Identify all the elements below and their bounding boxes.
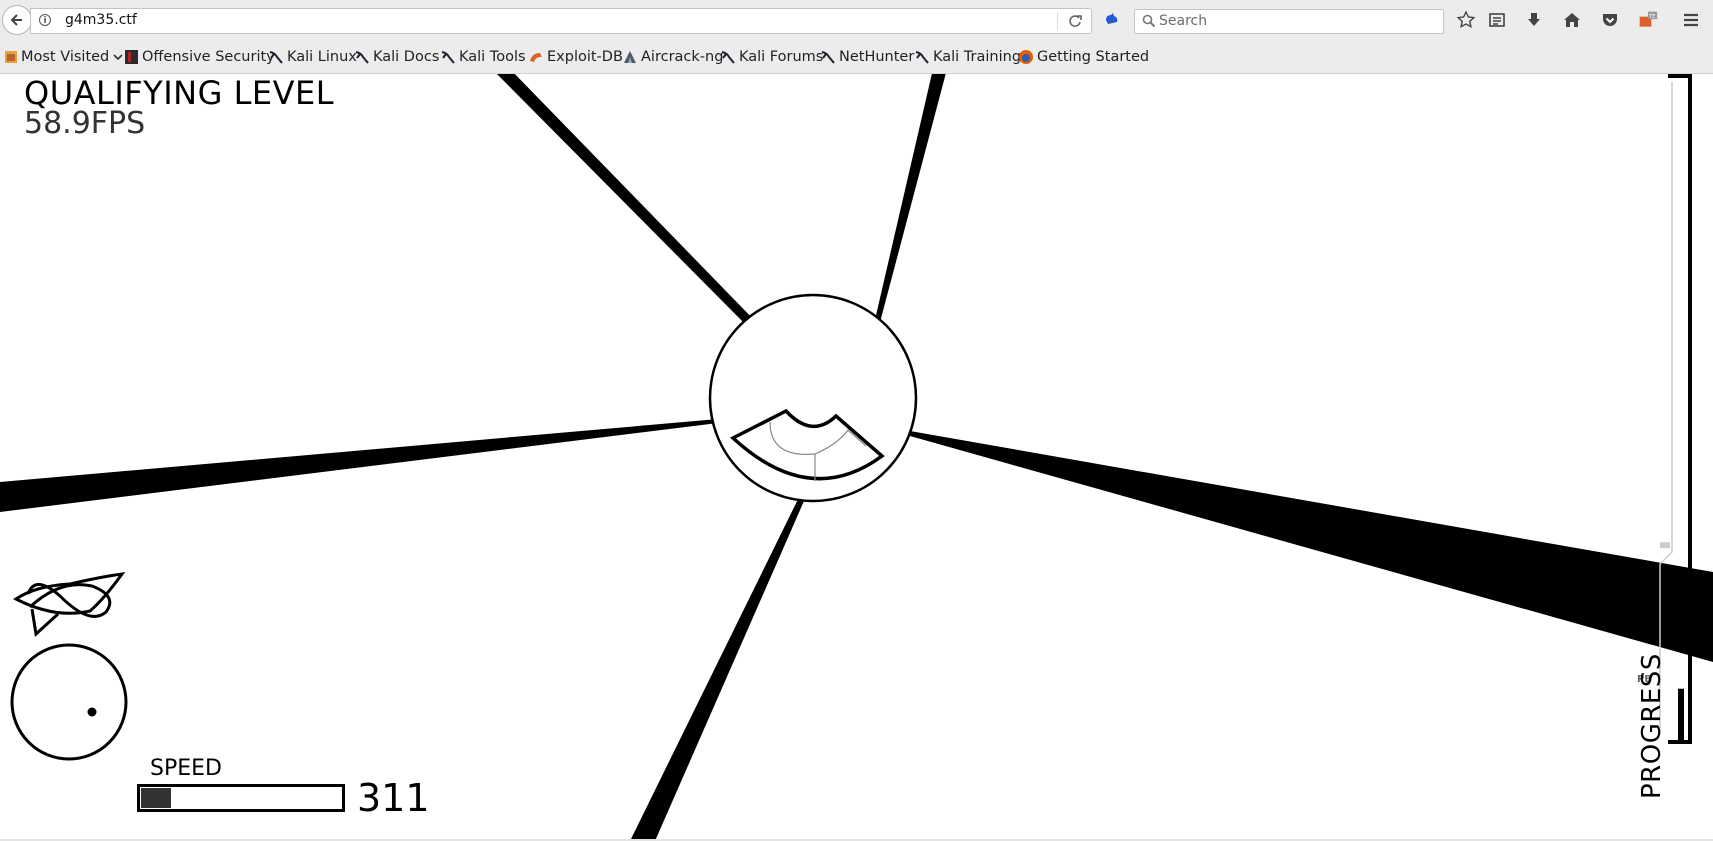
bookmark-label: Kali Linux [287,49,357,65]
bookmark-exploit-db[interactable]: Exploit-DB [528,47,623,67]
url-separator [1057,12,1058,30]
navigation-toolbar: i g4m35.ctf Search TE [0,0,1713,40]
bookmark-most-visited[interactable]: Most Visited [4,47,127,67]
bookmark-label: Most Visited [21,49,110,65]
speed-label: SPEED [150,756,222,781]
radar-dot [87,707,97,717]
bookmark-label: Exploit-DB [547,49,623,65]
wall-beam-bottom [630,485,811,841]
wall-beam-top-right [874,74,946,326]
speed-bar [137,784,345,812]
bookmark-star-icon[interactable] [1456,10,1476,30]
offsec-icon [125,50,138,64]
bookmarks-toolbar: Most Visited Offensive Security Kali Lin… [0,40,1713,74]
bookmark-kali-training[interactable]: Kali Training [914,47,1021,67]
game-viewport[interactable]: QUALIFYING LEVEL 58.9FPS SPEED 311 PB PR… [0,74,1713,841]
chevron-down-icon [113,54,123,61]
kali-dragon-icon [721,51,735,64]
reload-icon[interactable] [1065,12,1085,30]
most-visited-icon [5,51,17,63]
personal-best-marker [1660,542,1670,549]
bookmark-getting-started[interactable]: Getting Started [1018,47,1149,67]
download-icon[interactable] [1524,10,1544,30]
bookmark-label: Kali Training [933,49,1022,65]
kali-dragon-icon [269,51,283,64]
menu-icon[interactable] [1681,10,1701,30]
speed-value: 311 [357,776,430,820]
search-input[interactable]: Search [1159,13,1207,29]
pocket-icon[interactable] [1600,10,1620,30]
site-info-icon[interactable]: i [39,14,51,26]
kali-dragon-icon [915,51,929,64]
svg-text:TE: TE [1648,14,1655,20]
bookmark-kali-tools[interactable]: Kali Tools [440,47,526,67]
search-icon [1142,14,1156,28]
url-text[interactable]: g4m35.ctf [65,12,137,28]
bookmark-label: Kali Docs [373,49,440,65]
bookmark-label: Aircrack-ng [641,49,724,65]
back-button[interactable] [2,5,32,35]
extension-icon[interactable]: TE [1638,10,1658,30]
progress-label: PROGRESS [1637,653,1667,799]
exploit-db-icon [530,53,542,62]
bookmark-kali-linux[interactable]: Kali Linux [268,47,357,67]
aircrack-icon [624,51,636,63]
kali-dragon-icon [821,51,835,64]
bookmark-label: Kali Forums [739,49,824,65]
bookmark-kali-forums[interactable]: Kali Forums [720,47,823,67]
back-arrow-icon [10,14,22,26]
bookmark-label: Offensive Security [142,49,275,65]
bookmark-kali-docs[interactable]: Kali Docs [354,47,439,67]
url-bar[interactable]: i g4m35.ctf [30,8,1092,34]
bookmark-label: Kali Tools [459,49,526,65]
firefox-icon [1019,50,1033,64]
kali-dragon-icon [355,51,369,64]
progress-marker [1678,688,1684,742]
kali-dragon-icon [441,51,455,64]
reading-list-icon[interactable] [1487,10,1507,30]
search-bar[interactable]: Search [1134,9,1444,34]
bookmark-label: Getting Started [1037,49,1150,65]
bookmark-aircrack-ng[interactable]: Aircrack-ng [622,47,723,67]
radar-dial [10,643,128,761]
wall-beam-top-left [496,74,758,329]
ship-emblem-icon [13,572,126,637]
extension-puzzle-icon[interactable] [1104,12,1120,26]
home-icon[interactable] [1562,10,1582,30]
bookmark-label: NetHunter [839,49,915,65]
bookmark-offensive-security[interactable]: Offensive Security [124,47,275,67]
bookmark-nethunter[interactable]: NetHunter [820,47,914,67]
wall-beam-left [0,419,718,512]
speed-bar-fill [141,788,171,808]
wall-beam-right [910,431,1713,662]
fps-counter: 58.9FPS [24,106,146,141]
game-scene [0,74,1713,841]
